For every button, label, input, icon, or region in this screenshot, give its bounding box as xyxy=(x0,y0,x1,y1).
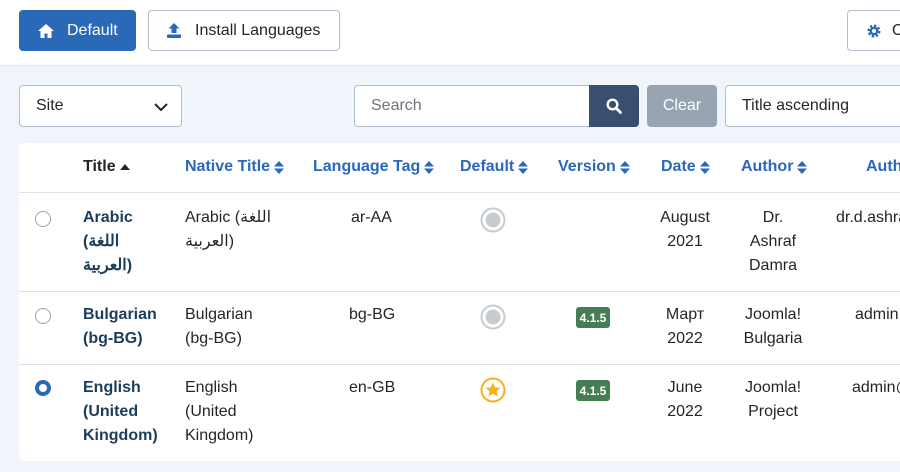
install-languages-button[interactable]: Install Languages xyxy=(148,10,340,51)
sort-icon xyxy=(518,160,529,174)
column-header-language-tag[interactable]: Language Tag xyxy=(313,158,435,176)
site-select-value: Site xyxy=(36,97,64,114)
row-divider xyxy=(19,291,900,292)
column-header-author-label: Author xyxy=(741,158,794,175)
row-author-email: admin@ xyxy=(852,379,900,396)
row-author-email: dr.d.ashra xyxy=(836,209,900,226)
column-header-default[interactable]: Default xyxy=(460,158,529,176)
row-title[interactable]: Bulgarian (bg-BG) xyxy=(83,303,157,351)
search-input[interactable] xyxy=(354,85,590,127)
sort-icon xyxy=(619,160,630,174)
clear-button[interactable]: Clear xyxy=(647,85,717,127)
row-select-radio[interactable] xyxy=(35,380,51,396)
row-select-radio[interactable] xyxy=(35,211,51,227)
column-header-version-label: Version xyxy=(558,158,616,175)
upload-icon xyxy=(166,22,182,39)
row-language-tag: bg-BG xyxy=(349,306,396,323)
row-native-title: Arabic (اللغة العربية) xyxy=(185,209,272,250)
sort-ascending-icon xyxy=(119,163,130,171)
column-header-default-label: Default xyxy=(460,158,515,175)
install-languages-label: Install Languages xyxy=(195,21,321,39)
site-select[interactable]: Site xyxy=(19,85,182,127)
row-native-title: Bulgarian (bg-BG) xyxy=(185,306,253,347)
search-button[interactable] xyxy=(589,85,639,127)
row-select-radio[interactable] xyxy=(35,308,51,324)
header-divider xyxy=(19,192,900,193)
options-button-label: O xyxy=(892,21,900,39)
column-header-date[interactable]: Date xyxy=(661,158,710,176)
column-header-title[interactable]: Title xyxy=(83,158,130,176)
gear-icon xyxy=(866,23,882,39)
default-button-label: Default xyxy=(67,21,118,39)
search-icon xyxy=(606,98,622,114)
sort-select[interactable]: Title ascending xyxy=(725,85,900,127)
row-author-email: admin xyxy=(855,306,899,323)
row-divider xyxy=(19,364,900,365)
column-header-version[interactable]: Version xyxy=(558,158,630,176)
sort-icon xyxy=(797,160,808,174)
row-title[interactable]: Arabic (اللغة العربية) xyxy=(83,206,133,278)
chevron-down-icon xyxy=(153,99,169,115)
column-header-title-label: Title xyxy=(83,158,116,175)
column-header-language-tag-label: Language Tag xyxy=(313,158,421,175)
column-header-native-title[interactable]: Native Title xyxy=(185,158,285,176)
row-native-title: English (United Kingdom) xyxy=(185,379,254,444)
row-author: Joomla! Bulgaria xyxy=(743,306,803,347)
toolbar: Default Install Languages O xyxy=(0,0,900,66)
row-language-tag: ar-AA xyxy=(351,209,392,226)
not-default-icon[interactable] xyxy=(480,304,506,330)
row-author: Dr. Ashraf Damra xyxy=(748,209,797,274)
row-date: August 2021 xyxy=(660,209,710,250)
column-header-native-title-label: Native Title xyxy=(185,158,271,175)
version-badge: 4.1.5 xyxy=(576,307,610,328)
default-star-icon[interactable] xyxy=(480,377,506,403)
sort-icon xyxy=(424,160,435,174)
not-default-icon[interactable] xyxy=(480,207,506,233)
row-title[interactable]: English (United Kingdom) xyxy=(83,376,158,448)
row-author: Joomla! Project xyxy=(744,379,802,420)
home-icon xyxy=(37,23,55,39)
column-header-date-label: Date xyxy=(661,158,696,175)
column-header-author-email[interactable]: Auth xyxy=(866,158,900,176)
column-header-author[interactable]: Author xyxy=(741,158,808,176)
sort-icon xyxy=(274,160,285,174)
version-badge: 4.1.5 xyxy=(576,380,610,401)
default-button[interactable]: Default xyxy=(19,10,136,51)
sort-select-value: Title ascending xyxy=(742,97,850,114)
row-date: June 2022 xyxy=(667,379,703,420)
column-header-author-email-label: Auth xyxy=(866,158,900,175)
row-language-tag: en-GB xyxy=(349,379,396,396)
row-date: Март 2022 xyxy=(665,306,705,347)
options-button[interactable]: O xyxy=(847,10,900,51)
sort-icon xyxy=(699,160,710,174)
